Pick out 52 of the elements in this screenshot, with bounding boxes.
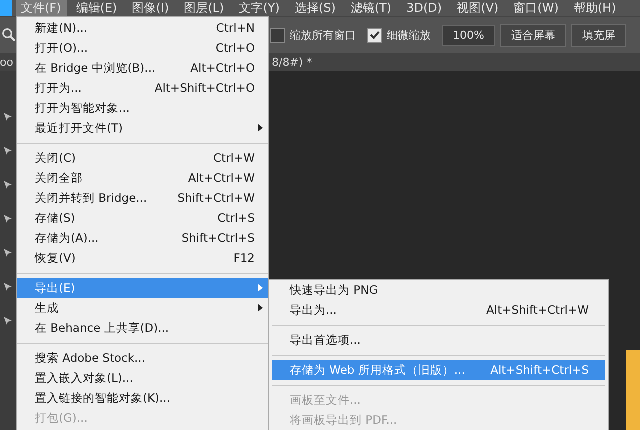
menu-bar-item[interactable]: 视图(V) [452, 0, 505, 16]
zoom-icon[interactable] [2, 28, 16, 42]
menu-bar-item[interactable]: 图层(L) [179, 0, 230, 16]
menu-item[interactable]: 在 Behance 上共享(D)... [17, 318, 268, 338]
tool-icon[interactable] [2, 111, 14, 123]
menu-item[interactable]: 关闭并转到 Bridge... Shift+Ctrl+W [17, 188, 268, 208]
tool-icon[interactable] [2, 179, 14, 191]
tool-icon[interactable] [2, 281, 14, 293]
tool-icon[interactable] [2, 315, 14, 327]
checkbox[interactable] [270, 28, 285, 42]
app-logo-icon [0, 0, 12, 16]
menu-item[interactable]: 打开(O)... Ctrl+O [17, 38, 268, 58]
menu-item[interactable]: 导出首选项... [272, 330, 605, 350]
menu-item[interactable]: 新建(N)... Ctrl+N [17, 18, 268, 38]
zoom-button[interactable]: 填充屏 [571, 24, 626, 46]
menu-item[interactable]: 存储(S) Ctrl+S [17, 208, 268, 228]
menu-bar-item[interactable]: 图像(I) [127, 0, 176, 16]
menu-bar-item[interactable]: 帮助(H) [568, 0, 622, 16]
zoom-button[interactable]: 适合屏幕 [500, 24, 566, 46]
menu-bar-item[interactable]: 滤镜(T) [346, 0, 398, 16]
menu-bar-item[interactable]: 窗口(W) [508, 0, 565, 16]
menu-item[interactable]: 置入链接的智能对象(K)... [17, 388, 268, 408]
tool-icon[interactable] [2, 145, 14, 157]
document-tab[interactable]: oo [0, 56, 20, 68]
menu-item[interactable]: 恢复(V) F12 [17, 248, 268, 268]
submenu-arrow-icon [258, 124, 263, 132]
menu-bar-item[interactable]: 编辑(E) [71, 0, 124, 16]
menu-item[interactable]: 存储为(A)... Shift+Ctrl+S [17, 228, 268, 248]
menu-item[interactable]: 置入嵌入对象(L)... [17, 368, 268, 388]
tool-icon[interactable] [2, 247, 14, 259]
menu-item[interactable]: 快速导出为 PNG [272, 280, 605, 300]
checkbox[interactable] [367, 28, 382, 42]
menu-item[interactable]: 关闭(C) Ctrl+W [17, 148, 268, 168]
tool-icon[interactable] [2, 213, 14, 225]
menu-bar-item[interactable]: 选择(S) [290, 0, 342, 16]
submenu-arrow-icon [258, 304, 263, 312]
document-tab-title[interactable]: 8/8#) * [272, 56, 312, 68]
menu-item[interactable]: 在 Bridge 中浏览(B)... Alt+Ctrl+O [17, 58, 268, 78]
menu-bar-item[interactable]: 3D(D) [402, 0, 448, 16]
menu-item[interactable]: 关闭全部 Alt+Ctrl+W [17, 168, 268, 188]
menu-item[interactable]: 生成 [17, 298, 268, 318]
submenu-arrow-icon [258, 284, 263, 292]
checkbox-label: 细微缩放 [387, 28, 431, 42]
menu-item[interactable]: 最近打开文件(T) [17, 118, 268, 138]
checkbox-label: 缩放所有窗口 [290, 28, 356, 42]
menu-item[interactable]: 导出为... Alt+Shift+Ctrl+W [272, 300, 605, 320]
zoom-percent-field[interactable]: 100% [442, 24, 496, 46]
menu-bar-item[interactable]: 文件(F) [16, 0, 68, 16]
menu-bar-item[interactable]: 文字(Y) [234, 0, 286, 16]
menu-item[interactable]: 打开为智能对象... [17, 98, 268, 118]
menu-item[interactable]: 打开为... Alt+Shift+Ctrl+O [17, 78, 268, 98]
menu-item[interactable]: 搜索 Adobe Stock... [17, 348, 268, 368]
